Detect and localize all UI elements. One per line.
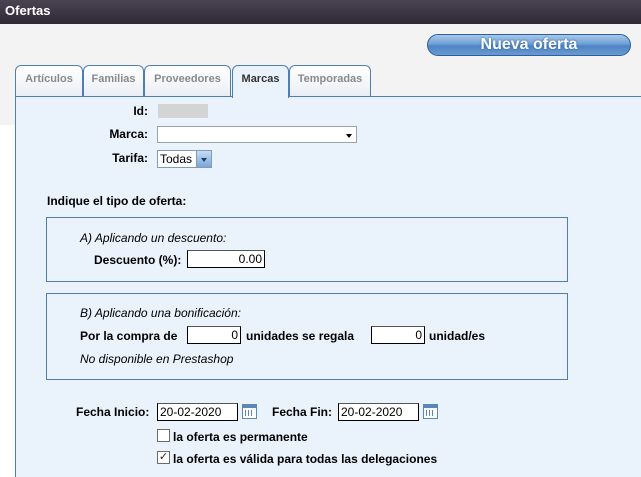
discount-title: A) Aplicando un descuento: xyxy=(80,231,226,245)
calendar-icon[interactable] xyxy=(242,404,257,419)
new-offer-button[interactable]: Nueva oferta xyxy=(427,34,631,56)
tarifa-select-value: Todas xyxy=(160,152,192,166)
permanent-label: la oferta es permanente xyxy=(173,430,308,444)
calendar-icon[interactable] xyxy=(423,404,438,419)
bonus-title: B) Aplicando una bonificación: xyxy=(80,306,241,320)
marca-label: Marca: xyxy=(90,127,148,141)
discount-section xyxy=(46,217,568,282)
tab-proveedores[interactable]: Proveedores xyxy=(144,65,231,97)
start-date-label: Fecha Inicio: xyxy=(76,405,149,419)
offer-type-heading: Indique el tipo de oferta: xyxy=(47,194,186,208)
bonus-note: No disponible en Prestashop xyxy=(80,352,233,366)
unit-label: unidad/es xyxy=(429,329,485,343)
all-branches-checkbox[interactable]: ✓ xyxy=(157,451,170,464)
tab-temporadas[interactable]: Temporadas xyxy=(289,65,371,97)
buy-quantity-label: Por la compra de xyxy=(80,329,177,343)
gift-quantity-label: unidades se regala xyxy=(246,329,354,343)
tab-articulos[interactable]: Artículos xyxy=(15,65,83,97)
tab-familias[interactable]: Familias xyxy=(83,65,144,97)
tab-marcas[interactable]: Marcas xyxy=(232,65,289,98)
id-value xyxy=(158,104,208,118)
chevron-down-icon xyxy=(346,134,352,138)
window-title: Ofertas xyxy=(0,0,641,24)
gift-quantity-input[interactable]: 0 xyxy=(371,326,425,344)
tarifa-label: Tarifa: xyxy=(90,151,148,165)
marca-select[interactable] xyxy=(157,126,357,143)
end-date-input[interactable]: 20-02-2020 xyxy=(338,403,419,421)
discount-label: Descuento (%): xyxy=(94,253,181,267)
id-label: Id: xyxy=(100,104,148,118)
start-date-input[interactable]: 20-02-2020 xyxy=(157,403,238,421)
end-date-label: Fecha Fin: xyxy=(272,405,332,419)
tarifa-select[interactable]: Todas xyxy=(157,150,212,168)
chevron-down-icon[interactable] xyxy=(196,151,211,167)
all-branches-label: la oferta es válida para todas las deleg… xyxy=(173,452,437,466)
discount-input[interactable]: 0.00 xyxy=(187,250,265,268)
buy-quantity-input[interactable]: 0 xyxy=(187,326,241,344)
permanent-checkbox[interactable] xyxy=(157,429,170,442)
